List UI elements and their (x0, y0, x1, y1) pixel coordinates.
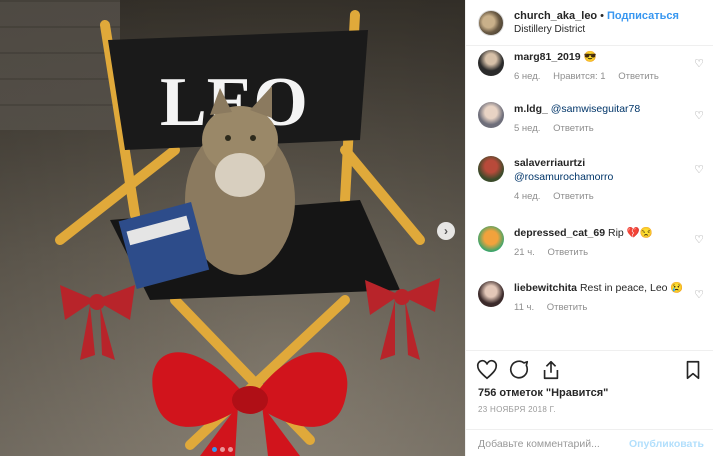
post-username[interactable]: church_aka_leo (514, 10, 597, 22)
post-location[interactable]: Distillery District (514, 23, 679, 37)
separator-dot: • (600, 10, 605, 22)
avatar[interactable] (478, 50, 504, 76)
comment-text: 😎 (583, 51, 597, 63)
reply-button[interactable]: Ответить (547, 247, 588, 258)
heart-icon[interactable]: ♡ (694, 163, 704, 176)
comment-item: liebewitchita Rest in peace, Leo 😢 11 ч.… (466, 281, 713, 315)
likes-count[interactable]: 756 отметок "Нравится" (466, 381, 713, 399)
comment-likes[interactable]: Нравится: 1 (553, 71, 605, 82)
comment-item: m.ldg_ @samwiseguitar78 5 нед. Ответить … (466, 102, 713, 136)
comment-text: Rest in peace, Leo 😢 (579, 282, 684, 294)
reply-button[interactable]: Ответить (553, 191, 594, 202)
carousel-dot (220, 447, 225, 452)
comment-text: Rip 💔😒 (607, 227, 653, 239)
comment-time[interactable]: 11 ч. (514, 302, 534, 313)
comment-item: marg81_2019 😎 6 нед. Нравится: 1 Ответит… (466, 50, 713, 84)
share-icon[interactable] (540, 359, 562, 381)
carousel-dot (212, 447, 217, 452)
reply-button[interactable]: Ответить (553, 123, 594, 134)
comment-username[interactable]: liebewitchita (514, 282, 577, 294)
chevron-right-icon[interactable]: › (437, 222, 455, 240)
comment-username[interactable]: depressed_cat_69 (514, 227, 605, 239)
comment-username[interactable]: marg81_2019 (514, 51, 581, 63)
heart-icon[interactable]: ♡ (694, 109, 704, 122)
comment-input[interactable] (478, 437, 624, 450)
reply-button[interactable]: Ответить (547, 302, 588, 313)
post-side-panel: church_aka_leo • Подписаться Distillery Di… (465, 0, 713, 456)
avatar[interactable] (478, 102, 504, 128)
post-header: church_aka_leo • Подписаться Distillery Di… (466, 0, 713, 46)
follow-button[interactable]: Подписаться (607, 10, 679, 22)
comment-username[interactable]: salaverriaurtzi (514, 157, 585, 169)
comment-mention[interactable]: @samwiseguitar78 (551, 103, 640, 115)
comment-item: salaverriaurtzi @rosamurochamorro 4 нед.… (466, 156, 713, 204)
bookmark-icon[interactable] (682, 359, 704, 381)
heart-icon[interactable]: ♡ (694, 233, 704, 246)
add-comment-bar: Опубликовать (466, 429, 713, 456)
heart-icon[interactable]: ♡ (694, 57, 704, 70)
heart-icon[interactable]: ♡ (694, 288, 704, 301)
heart-icon[interactable] (476, 359, 498, 381)
avatar[interactable] (478, 226, 504, 252)
comment-time[interactable]: 21 ч. (514, 247, 535, 258)
photo-scene: LEO (55, 10, 440, 456)
comment-time[interactable]: 6 нед. (514, 71, 540, 82)
comment-time[interactable]: 4 нед. (514, 191, 540, 202)
comment-username[interactable]: m.ldg_ (514, 103, 548, 115)
comment-time[interactable]: 5 нед. (514, 123, 540, 134)
post-actions: 756 отметок "Нравится" 23 НОЯБРЯ 2018 Г.… (466, 350, 713, 456)
avatar[interactable] (478, 9, 504, 36)
carousel-dots (212, 447, 233, 452)
carousel-dot (228, 447, 233, 452)
comment-mention[interactable]: @rosamurochamorro (514, 171, 613, 183)
reply-button[interactable]: Ответить (618, 71, 659, 82)
comment-icon[interactable] (508, 359, 530, 381)
avatar[interactable] (478, 281, 504, 307)
comment-item: depressed_cat_69 Rip 💔😒 21 ч. Ответить ♡ (466, 226, 713, 260)
post-photo[interactable]: LEO › (0, 0, 465, 456)
publish-button[interactable]: Опубликовать (629, 438, 704, 450)
post-date[interactable]: 23 НОЯБРЯ 2018 Г. (466, 399, 713, 414)
likes-text[interactable]: 756 отметок "Нравится" (478, 387, 608, 399)
comments-list[interactable]: marg81_2019 😎 6 нед. Нравится: 1 Ответит… (466, 46, 713, 350)
avatar[interactable] (478, 156, 504, 182)
